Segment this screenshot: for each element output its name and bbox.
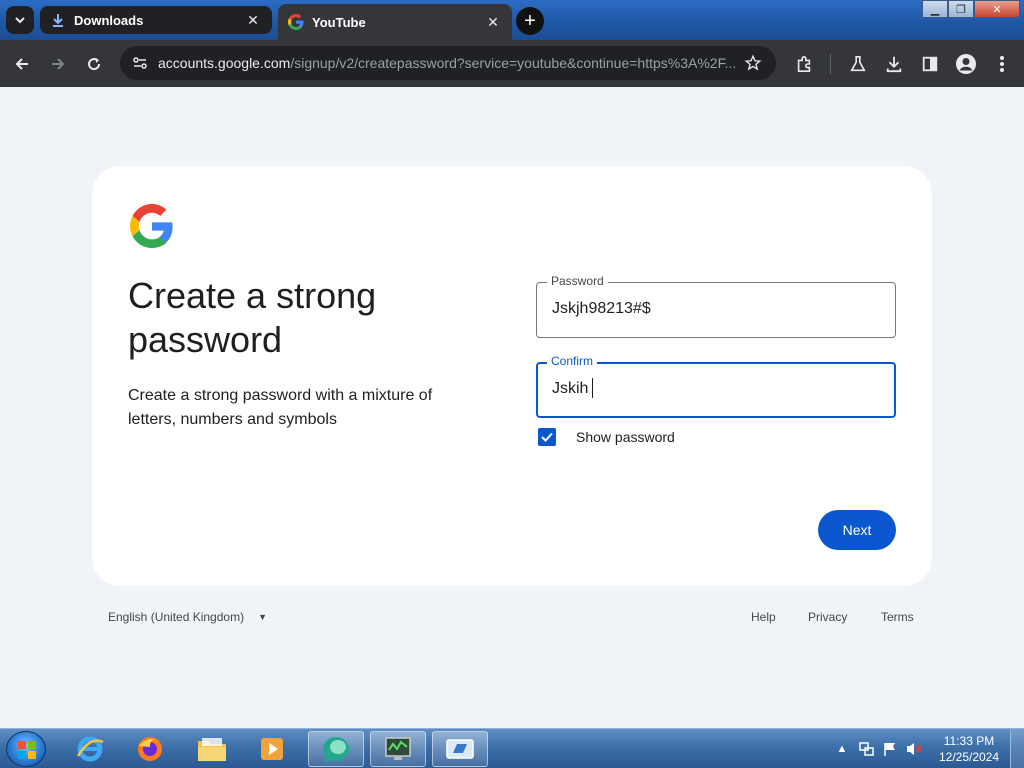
- confirm-label: Confirm: [547, 354, 598, 368]
- confirm-field[interactable]: Confirm: [536, 354, 896, 418]
- footer: English (United Kingdom) ▼ Help Privacy …: [0, 606, 1024, 630]
- profile-avatar-icon[interactable]: [954, 52, 978, 76]
- windows-logo-icon: [18, 741, 36, 759]
- confirm-input[interactable]: [552, 380, 882, 398]
- google-g-icon: [288, 14, 304, 30]
- url-path: /signup/v2/createpassword?service=youtub…: [290, 55, 737, 71]
- tab-search-button[interactable]: [6, 6, 34, 34]
- close-tab-icon[interactable]: ✕: [244, 11, 262, 29]
- start-button[interactable]: [6, 731, 46, 767]
- toolbar-divider: [830, 54, 831, 74]
- firefox-icon[interactable]: [122, 731, 178, 767]
- clock[interactable]: 11:33 PM 12/25/2024: [932, 733, 1006, 765]
- task-manager-icon[interactable]: [370, 731, 426, 767]
- window-controls: ▁ ❐ ✕: [922, 0, 1020, 18]
- tab-youtube[interactable]: YouTube ✕: [278, 4, 512, 40]
- url-host: accounts.google.com: [158, 55, 291, 71]
- tab-title: YouTube: [312, 14, 366, 30]
- side-panel-icon[interactable]: [918, 52, 942, 76]
- caret-down-icon: ▼: [258, 612, 267, 622]
- maximize-button[interactable]: ❐: [948, 0, 974, 18]
- close-window-button[interactable]: ✕: [974, 0, 1020, 18]
- browser-toolbar: accounts.google.com/signup/v2/createpass…: [0, 40, 1024, 87]
- password-input[interactable]: [552, 300, 882, 318]
- password-field[interactable]: Password: [536, 274, 896, 338]
- downloads-icon[interactable]: [882, 52, 906, 76]
- internet-explorer-icon[interactable]: [62, 731, 118, 767]
- tab-title: Downloads: [74, 12, 144, 28]
- language-selector[interactable]: English (United Kingdom) ▼: [108, 610, 267, 624]
- clock-time: 11:33 PM: [943, 734, 995, 748]
- media-player-icon[interactable]: [244, 731, 300, 767]
- forward-icon[interactable]: [46, 52, 70, 76]
- action-center-flag-icon[interactable]: [880, 739, 900, 759]
- app-icon[interactable]: [308, 731, 364, 767]
- bookmark-star-icon[interactable]: [740, 54, 766, 72]
- show-hidden-icons-icon[interactable]: ▲: [832, 739, 852, 759]
- browser-tab-strip: Downloads ✕ YouTube ✕ + ▁ ❐ ✕: [0, 0, 1024, 40]
- page-content: Create a strong password Create a strong…: [0, 87, 1024, 728]
- back-icon[interactable]: [10, 52, 34, 76]
- new-tab-button[interactable]: +: [516, 7, 544, 35]
- url-text: accounts.google.com/signup/v2/createpass…: [158, 55, 740, 71]
- terms-link[interactable]: Terms: [881, 610, 914, 624]
- show-password-toggle[interactable]: Show password: [538, 428, 675, 446]
- signup-card: Create a strong password Create a strong…: [92, 166, 932, 586]
- file-explorer-icon[interactable]: [184, 731, 240, 767]
- clock-date: 12/25/2024: [938, 750, 1000, 764]
- address-bar[interactable]: accounts.google.com/signup/v2/createpass…: [120, 46, 776, 80]
- page-title: Create a strong password: [128, 275, 377, 360]
- site-info-icon[interactable]: [130, 53, 150, 73]
- extensions-icon[interactable]: [792, 52, 816, 76]
- close-tab-icon[interactable]: ✕: [484, 13, 502, 31]
- show-desktop-button[interactable]: [1010, 729, 1024, 768]
- remote-desktop-icon[interactable]: [432, 731, 488, 767]
- help-link[interactable]: Help: [751, 610, 776, 624]
- download-icon: [50, 12, 66, 28]
- tab-downloads[interactable]: Downloads ✕: [40, 6, 272, 34]
- page-description: Create a strong password with a mixture …: [128, 387, 433, 428]
- labs-flask-icon[interactable]: [846, 52, 870, 76]
- taskbar: ▲ 11:33 PM 12/25/2024: [0, 728, 1024, 768]
- next-button[interactable]: Next: [818, 510, 896, 550]
- chevron-down-icon: [15, 17, 25, 24]
- minimize-button[interactable]: ▁: [922, 0, 948, 18]
- show-password-label: Show password: [576, 429, 675, 445]
- language-label: English (United Kingdom): [108, 610, 245, 624]
- menu-kebab-icon[interactable]: [990, 52, 1014, 76]
- password-label: Password: [547, 274, 608, 288]
- checkbox-checked-icon[interactable]: [538, 428, 556, 446]
- network-icon[interactable]: [856, 739, 876, 759]
- privacy-link[interactable]: Privacy: [808, 610, 847, 624]
- volume-muted-icon[interactable]: [904, 739, 924, 759]
- reload-icon[interactable]: [82, 52, 106, 76]
- system-tray: ▲ 11:33 PM 12/25/2024: [830, 729, 1024, 768]
- google-logo-icon: [130, 204, 174, 248]
- text-caret: [592, 378, 593, 398]
